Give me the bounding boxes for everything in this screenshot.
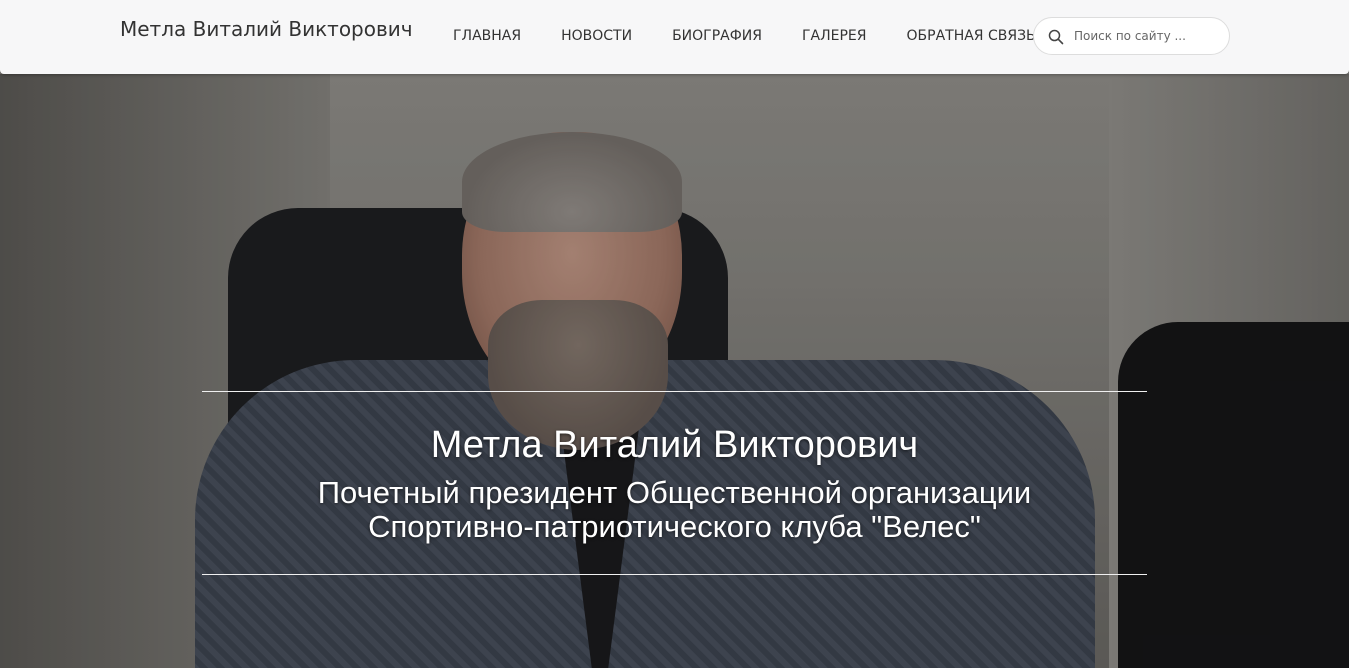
caption-divider-top: [202, 391, 1147, 392]
nav-item-biography[interactable]: БИОГРАФИЯ: [652, 26, 782, 46]
hero-subtitle: Почетный президент Общественной организа…: [202, 476, 1147, 544]
hero-title: Метла Виталий Викторович: [430, 424, 919, 466]
nav-item-home[interactable]: ГЛАВНАЯ: [433, 26, 541, 46]
hero-overlay: [0, 0, 1349, 668]
nav-item-feedback[interactable]: ОБРАТНАЯ СВЯЗЬ: [887, 26, 1056, 46]
site-brand[interactable]: Метла Виталий Викторович: [120, 17, 413, 41]
caption-divider-bottom: [202, 574, 1147, 575]
hero-subtitle-line2: Спортивно-патриотического клуба "Велес": [368, 509, 981, 544]
search-icon[interactable]: [1048, 29, 1064, 45]
nav-item-news[interactable]: НОВОСТИ: [541, 26, 652, 46]
hero-image: Метла Виталий Викторович Почетный презид…: [0, 0, 1349, 668]
search-box: [1033, 17, 1230, 55]
main-nav: ГЛАВНАЯ НОВОСТИ БИОГРАФИЯ ГАЛЕРЕЯ ОБРАТН…: [433, 26, 1056, 46]
search-input[interactable]: [1074, 26, 1219, 46]
nav-item-gallery[interactable]: ГАЛЕРЕЯ: [782, 26, 887, 46]
hero-subtitle-line1: Почетный президент Общественной организа…: [317, 475, 1032, 510]
navbar: Метла Виталий Викторович ГЛАВНАЯ НОВОСТИ…: [0, 0, 1349, 74]
